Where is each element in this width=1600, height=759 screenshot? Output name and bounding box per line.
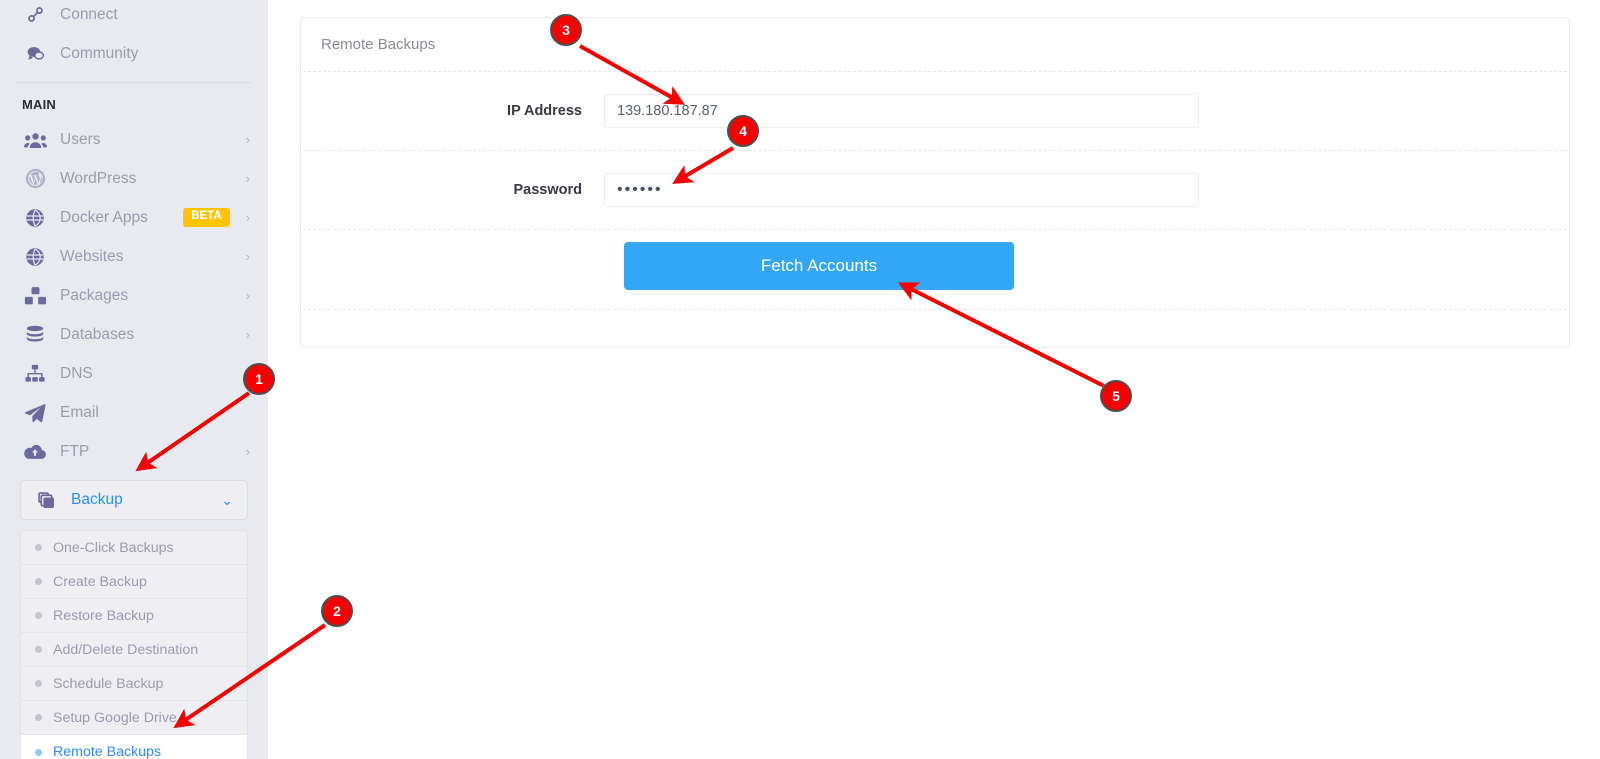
sidebar-item-users[interactable]: Users › (0, 120, 268, 159)
sidebar-item-add-delete-destination[interactable]: Add/Delete Destination (21, 633, 247, 667)
sidebar-item-connect[interactable]: Connect (0, 0, 268, 34)
password-label: Password (513, 182, 583, 198)
sidebar-subitem-label: Schedule Backup (53, 675, 164, 692)
link-icon (22, 4, 48, 26)
form-row-password: Password •••••• (301, 151, 1569, 229)
sidebar-item-label: FTP (60, 442, 90, 460)
sidebar-submenu-backup: One-Click Backups Create Backup Restore … (20, 530, 248, 759)
sidebar-item-packages[interactable]: Packages › (0, 276, 268, 315)
sidebar-item-setup-google-drive[interactable]: Setup Google Drive (21, 701, 247, 735)
sidebar-item-backup[interactable]: Backup ⌄ (20, 480, 248, 520)
sidebar-subitem-label: Create Backup (53, 573, 147, 590)
sidebar-item-label: Backup (71, 491, 123, 508)
users-icon (22, 129, 48, 151)
sidebar-item-schedule-backup[interactable]: Schedule Backup (21, 667, 247, 701)
ip-address-input[interactable] (604, 94, 1199, 128)
sidebar-item-wordpress[interactable]: WordPress › (0, 159, 268, 198)
fetch-accounts-button[interactable]: Fetch Accounts (624, 242, 1014, 290)
sidebar-item-websites[interactable]: Websites › (0, 237, 268, 276)
sidebar-item-remote-backups[interactable]: Remote Backups (21, 735, 247, 759)
bullet-icon (35, 544, 42, 551)
ip-address-label: IP Address (507, 103, 582, 119)
chevron-right-icon: › (245, 249, 250, 264)
chevron-right-icon: › (245, 444, 250, 459)
sitemap-icon (22, 363, 48, 385)
sidebar-subitem-label: Setup Google Drive (53, 709, 177, 726)
sidebar-item-label: Websites (60, 247, 124, 265)
sidebar-item-restore-backup[interactable]: Restore Backup (21, 599, 247, 633)
send-icon (22, 402, 48, 424)
sidebar-item-create-backup[interactable]: Create Backup (21, 565, 247, 599)
chevron-right-icon: › (245, 288, 250, 303)
chevron-right-icon: › (245, 171, 250, 186)
bullet-icon (35, 646, 42, 653)
copy-icon (33, 489, 59, 511)
sidebar-item-docker-apps[interactable]: Docker Apps BETA › (0, 198, 268, 237)
sidebar-section-main: MAIN (22, 97, 57, 112)
sidebar-item-label: Connect (60, 5, 118, 23)
panel-divider (303, 309, 1567, 310)
chevron-right-icon: › (245, 210, 250, 225)
sidebar: Connect Community MAIN Users › WordPress… (0, 0, 268, 759)
main-content: Remote Backups IP Address Password •••••… (268, 0, 1600, 759)
sidebar-item-dns[interactable]: DNS › (0, 354, 268, 393)
bullet-icon (35, 748, 42, 756)
sidebar-item-label: WordPress (60, 169, 137, 187)
chevron-right-icon: › (245, 327, 250, 342)
sidebar-item-label: Email (60, 403, 99, 421)
form-row-ip-address: IP Address (301, 72, 1569, 150)
globe-icon (22, 246, 48, 268)
remote-backups-panel: Remote Backups IP Address Password •••••… (300, 17, 1570, 348)
sidebar-subitem-label: Restore Backup (53, 607, 154, 624)
sidebar-subitem-label: Add/Delete Destination (53, 641, 199, 658)
panel-title: Remote Backups (321, 36, 436, 53)
sidebar-item-label: Users (60, 130, 101, 148)
sidebar-item-label: Community (60, 44, 139, 62)
chat-icon (22, 43, 48, 65)
password-masked-value: •••••• (617, 181, 663, 198)
bullet-icon (35, 578, 42, 585)
globe-icon (22, 207, 48, 229)
sidebar-item-ftp[interactable]: FTP › (0, 432, 268, 471)
bullet-icon (35, 714, 42, 721)
chevron-right-icon: › (245, 366, 250, 381)
sidebar-subitem-label: One-Click Backups (53, 539, 174, 556)
form-row-submit: Fetch Accounts (301, 230, 1569, 302)
wordpress-icon (22, 168, 48, 190)
sidebar-item-label: Packages (60, 286, 129, 304)
bullet-icon (35, 612, 42, 619)
sidebar-item-label: Docker Apps (60, 208, 148, 226)
sidebar-item-one-click-backups[interactable]: One-Click Backups (21, 531, 247, 565)
sidebar-item-label: Databases (60, 325, 135, 343)
password-input[interactable]: •••••• (604, 173, 1199, 207)
cloud-up-icon (22, 441, 48, 463)
sidebar-subitem-label: Remote Backups (53, 744, 162, 759)
chevron-down-icon: ⌄ (221, 492, 233, 508)
sidebar-item-databases[interactable]: Databases › (0, 315, 268, 354)
packages-icon (22, 285, 48, 307)
chevron-right-icon: › (245, 132, 250, 147)
sidebar-item-community[interactable]: Community (0, 34, 268, 73)
sidebar-item-label: DNS (60, 364, 93, 382)
status-badge-beta: BETA (183, 208, 230, 227)
bullet-icon (35, 680, 42, 687)
database-icon (22, 324, 48, 346)
sidebar-item-email[interactable]: Email (0, 393, 268, 432)
app-root: Connect Community MAIN Users › WordPress… (0, 0, 1600, 759)
